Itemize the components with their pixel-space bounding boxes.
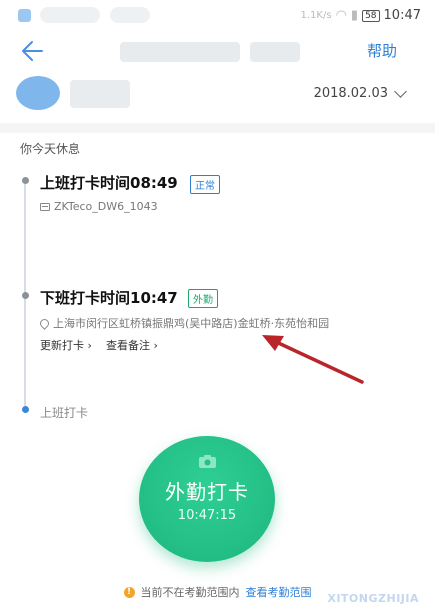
device-icon [40, 202, 50, 211]
section-divider [0, 123, 435, 133]
timeline-dot [22, 177, 29, 184]
device-name: ZKTeco_DW6_1043 [54, 200, 158, 213]
status-tag-field: 外勤 [188, 289, 218, 308]
timeline-dot-current [22, 406, 29, 413]
update-punch-label: 更新打卡 [40, 339, 84, 352]
view-range-link[interactable]: 查看考勤范围 [246, 584, 312, 600]
back-arrow-icon[interactable] [18, 38, 46, 64]
range-message: 当前不在考勤范围内 [140, 586, 240, 599]
warning-icon: ! [123, 586, 135, 598]
wifi-icon: ◠ [335, 8, 347, 23]
view-notes-link[interactable]: 查看备注 › [106, 337, 158, 353]
update-punch-link[interactable]: 更新打卡 › [40, 337, 92, 353]
punch-button-label: 外勤打卡 [165, 480, 249, 504]
field-punch-button[interactable]: 外勤打卡 10:47:15 [139, 436, 275, 562]
status-tag-normal: 正常 [190, 175, 220, 194]
battery-icon: 58 [362, 9, 380, 22]
blurred-title [250, 42, 300, 62]
blurred-title [120, 42, 240, 62]
selected-date: 2018.02.03 [313, 86, 388, 101]
clock-out-title: 下班打卡时间10:47 [40, 289, 178, 307]
profile-row: 2018.02.03 [0, 72, 435, 122]
clock-in-device: ZKTeco_DW6_1043 [40, 200, 158, 213]
annotation-arrow-icon [262, 335, 364, 384]
chevron-right-icon: › [84, 339, 92, 352]
status-right: 1.1K/s ◠ ▮ 58 10:47 [301, 8, 421, 23]
notification-icon [18, 9, 31, 22]
chevron-right-icon: › [150, 339, 158, 352]
help-button[interactable]: 帮助 [367, 40, 397, 61]
clock-out-location: 上海市闵行区虹桥镇振鼎鸡(吴中路店)金虹桥·东苑怡和园 [38, 315, 330, 331]
clock: 10:47 [383, 8, 421, 23]
location-pin-icon [38, 316, 51, 330]
signal-icon: ▮ [350, 8, 359, 23]
view-notes-label: 查看备注 [106, 339, 150, 352]
location-text: 上海市闵行区虹桥镇振鼎鸡(吴中路店)金虹桥·东苑怡和园 [53, 317, 330, 330]
chevron-down-icon [394, 85, 407, 98]
blurred-user-name [70, 80, 130, 108]
clock-in-title: 上班打卡时间08:49 [40, 174, 178, 192]
timeline-dot [22, 292, 29, 299]
punch-button-time: 10:47:15 [177, 508, 237, 523]
next-punch-label: 上班打卡 [40, 406, 89, 420]
network-speed: 1.1K/s [300, 10, 332, 21]
camera-icon [199, 455, 216, 468]
nav-bar: 帮助 [0, 30, 435, 72]
blurred-status-area [110, 7, 150, 23]
watermark: XITONGZHIJIA [327, 592, 419, 605]
date-selector[interactable]: 2018.02.03 [313, 85, 407, 101]
status-bar: 1.1K/s ◠ ▮ 58 10:47 [0, 0, 435, 30]
avatar [16, 76, 60, 110]
day-status-note: 你今天休息 [20, 142, 81, 156]
blurred-status-area [40, 7, 100, 23]
